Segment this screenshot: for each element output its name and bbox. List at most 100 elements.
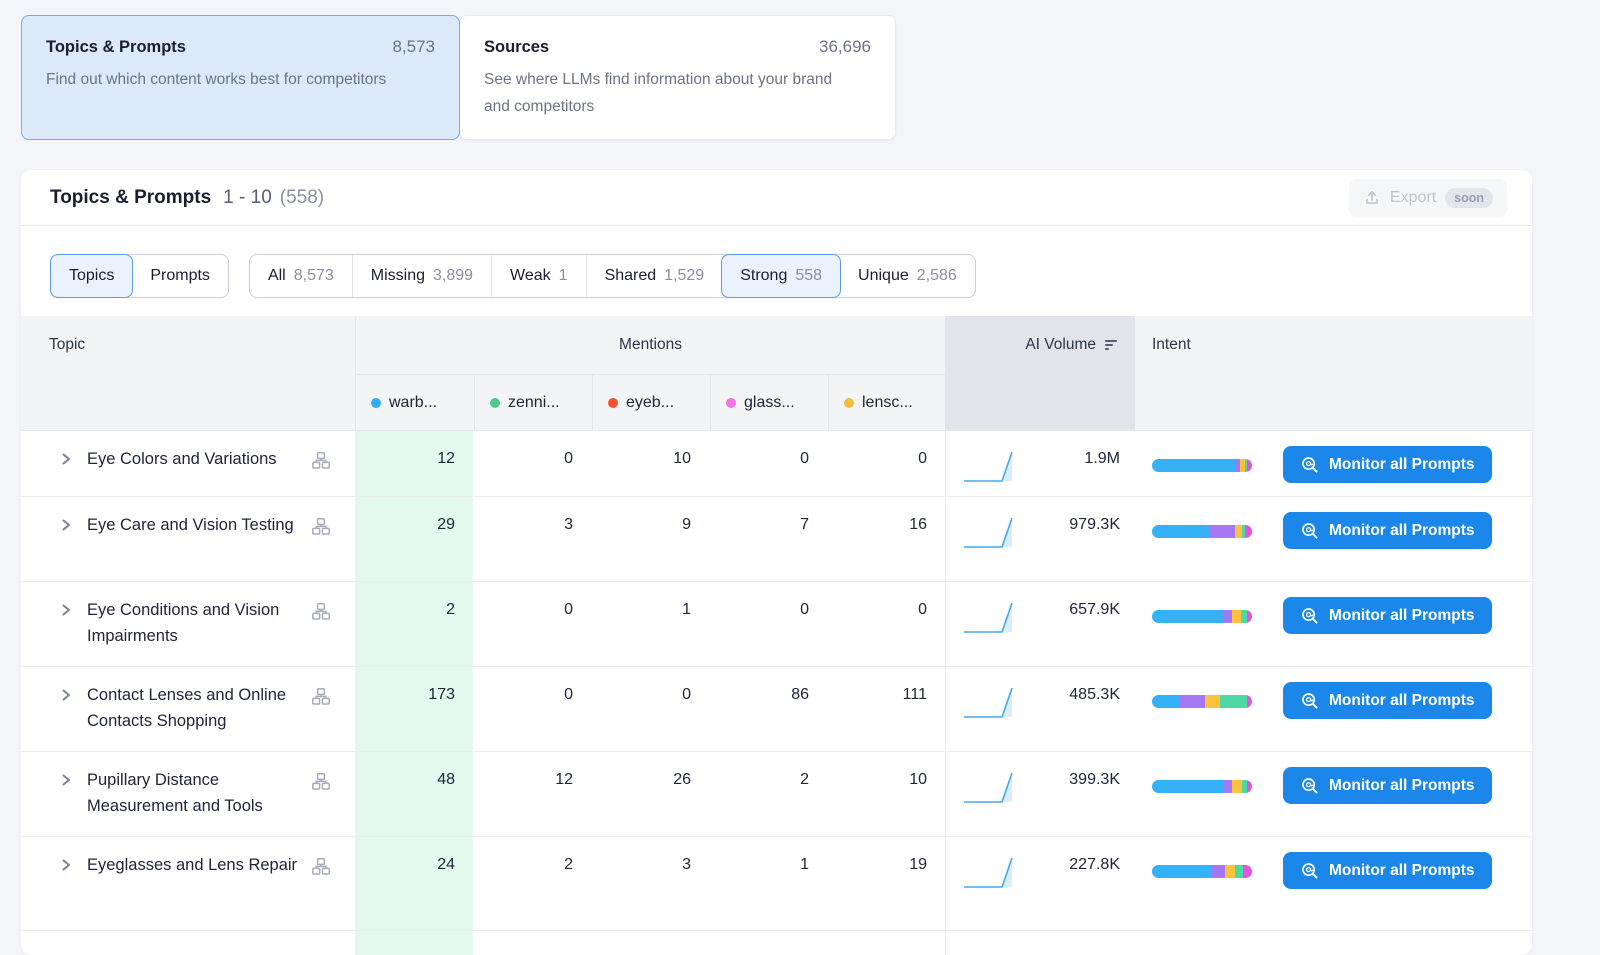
competitor-column-header[interactable]: glass... <box>710 375 828 431</box>
topic-cell[interactable]: Eyeglasses and Lens Repair <box>21 837 355 930</box>
intent-segment <box>1180 695 1205 708</box>
intent-segment <box>1152 610 1223 623</box>
topic-name: Eye Colors and Variations <box>87 446 302 472</box>
chevron-right-icon[interactable] <box>59 773 73 787</box>
mention-cell: 0 <box>709 582 827 666</box>
card-sources[interactable]: Sources 36,696 See where LLMs find infor… <box>459 15 896 140</box>
panel-range: 1 - 10 <box>223 187 272 209</box>
competitor-column-header[interactable]: zenni... <box>474 375 592 431</box>
mention-cell: 0 <box>473 431 591 496</box>
chevron-right-icon[interactable] <box>59 452 73 466</box>
mention-cell: 16 <box>827 497 945 581</box>
intent-segment <box>1220 695 1247 708</box>
competitor-dot-icon <box>608 398 618 408</box>
intent-segment <box>1224 780 1232 793</box>
monitor-all-prompts-button[interactable]: Monitor all Prompts <box>1283 682 1492 719</box>
filter-row: Topics Prompts All 8,573 Missing 3,899 W… <box>21 226 1532 316</box>
table-header: Topic Mentions warb... zenni... eyeb... … <box>21 316 1532 431</box>
panel-total-count: (558) <box>280 187 324 209</box>
view-toggle-tab[interactable]: Topics <box>50 254 133 298</box>
competitor-column-header[interactable]: lensc... <box>828 375 946 431</box>
card-description: Find out which content works best for co… <box>46 66 418 93</box>
mention-cell: 10 <box>591 431 709 496</box>
filter-tab[interactable]: Unique 2,586 <box>840 255 975 297</box>
table-body: Eye Colors and Variations 12 0 10 0 0 1.… <box>21 431 1532 931</box>
intent-bar <box>1152 525 1252 538</box>
mention-cell: 0 <box>473 582 591 666</box>
topic-cell[interactable]: Eye Conditions and Vision Impairments <box>21 582 355 666</box>
intent-cell: Monitor all Prompts <box>1135 431 1532 496</box>
card-title: Topics & Prompts <box>46 38 186 57</box>
filter-tab[interactable]: Strong 558 <box>721 254 841 298</box>
sort-descending-icon <box>1104 338 1119 431</box>
table-row-partial <box>21 931 1532 955</box>
sitemap-icon[interactable] <box>312 518 330 535</box>
column-header-ai-volume[interactable]: AI Volume <box>945 316 1135 431</box>
chevron-right-icon[interactable] <box>59 518 73 532</box>
table-row: Eye Colors and Variations 12 0 10 0 0 1.… <box>21 431 1532 497</box>
monitor-prompts-icon <box>1300 606 1320 626</box>
monitor-all-prompts-button[interactable]: Monitor all Prompts <box>1283 446 1492 483</box>
strength-filters: All 8,573 Missing 3,899 Weak 1 Shared 1,… <box>249 254 976 298</box>
export-label: Export <box>1390 189 1436 207</box>
mention-cell: 173 <box>355 667 473 751</box>
topic-cell[interactable]: Contact Lenses and Online Contacts Shopp… <box>21 667 355 751</box>
intent-segment <box>1152 525 1209 538</box>
column-header-intent[interactable]: Intent <box>1135 316 1532 431</box>
competitor-dot-icon <box>726 398 736 408</box>
column-header-topic[interactable]: Topic <box>21 316 355 431</box>
mention-cell: 111 <box>827 667 945 751</box>
card-description: See where LLMs find information about yo… <box>484 66 856 120</box>
export-button[interactable]: Export soon <box>1349 179 1507 217</box>
sitemap-icon[interactable] <box>312 452 330 469</box>
monitor-prompts-icon <box>1300 455 1320 475</box>
trend-sparkline <box>958 510 1020 581</box>
mention-cell: 29 <box>355 497 473 581</box>
sitemap-icon[interactable] <box>312 773 330 790</box>
filter-tab[interactable]: Shared 1,529 <box>586 255 723 297</box>
intent-segment <box>1152 695 1180 708</box>
intent-cell: Monitor all Prompts <box>1135 667 1532 751</box>
mention-cell: 0 <box>827 431 945 496</box>
filter-tab[interactable]: Missing 3,899 <box>352 255 491 297</box>
competitor-column-header[interactable]: eyeb... <box>592 375 710 431</box>
view-toggle-tab[interactable]: Prompts <box>132 255 228 297</box>
sitemap-icon[interactable] <box>312 688 330 705</box>
trend-sparkline <box>958 680 1020 751</box>
mention-cell: 1 <box>709 837 827 930</box>
trend-sparkline <box>958 765 1020 836</box>
intent-segment <box>1209 525 1235 538</box>
view-toggle: Topics Prompts <box>50 254 229 298</box>
card-topics-prompts[interactable]: Topics & Prompts 8,573 Find out which co… <box>21 15 460 140</box>
filter-tab[interactable]: All 8,573 <box>250 255 352 297</box>
chevron-right-icon[interactable] <box>59 688 73 702</box>
sitemap-icon[interactable] <box>312 858 330 875</box>
intent-segment <box>1232 780 1242 793</box>
mention-cell: 10 <box>827 752 945 836</box>
mention-cell: 0 <box>709 431 827 496</box>
intent-cell: Monitor all Prompts <box>1135 752 1532 836</box>
intent-segment <box>1152 865 1212 878</box>
summary-cards: Topics & Prompts 8,573 Find out which co… <box>21 15 1600 140</box>
topic-cell[interactable]: Eye Colors and Variations <box>21 431 355 496</box>
monitor-all-prompts-button[interactable]: Monitor all Prompts <box>1283 597 1492 634</box>
chevron-right-icon[interactable] <box>59 603 73 617</box>
mention-cell: 86 <box>709 667 827 751</box>
chevron-right-icon[interactable] <box>59 858 73 872</box>
monitor-all-prompts-button[interactable]: Monitor all Prompts <box>1283 767 1492 804</box>
sitemap-icon[interactable] <box>312 603 330 620</box>
trend-sparkline <box>958 444 1020 496</box>
topic-cell[interactable]: Eye Care and Vision Testing <box>21 497 355 581</box>
topic-name: Eye Care and Vision Testing <box>87 512 302 538</box>
intent-bar <box>1152 780 1252 793</box>
intent-segment <box>1232 610 1241 623</box>
intent-segment <box>1247 610 1252 623</box>
competitor-column-header[interactable]: warb... <box>356 375 474 431</box>
monitor-all-prompts-button[interactable]: Monitor all Prompts <box>1283 852 1492 889</box>
mention-cell: 7 <box>709 497 827 581</box>
intent-segment <box>1235 865 1243 878</box>
topic-cell[interactable]: Pupillary Distance Measurement and Tools <box>21 752 355 836</box>
intent-segment <box>1247 695 1252 708</box>
filter-tab[interactable]: Weak 1 <box>491 255 586 297</box>
monitor-all-prompts-button[interactable]: Monitor all Prompts <box>1283 512 1492 549</box>
